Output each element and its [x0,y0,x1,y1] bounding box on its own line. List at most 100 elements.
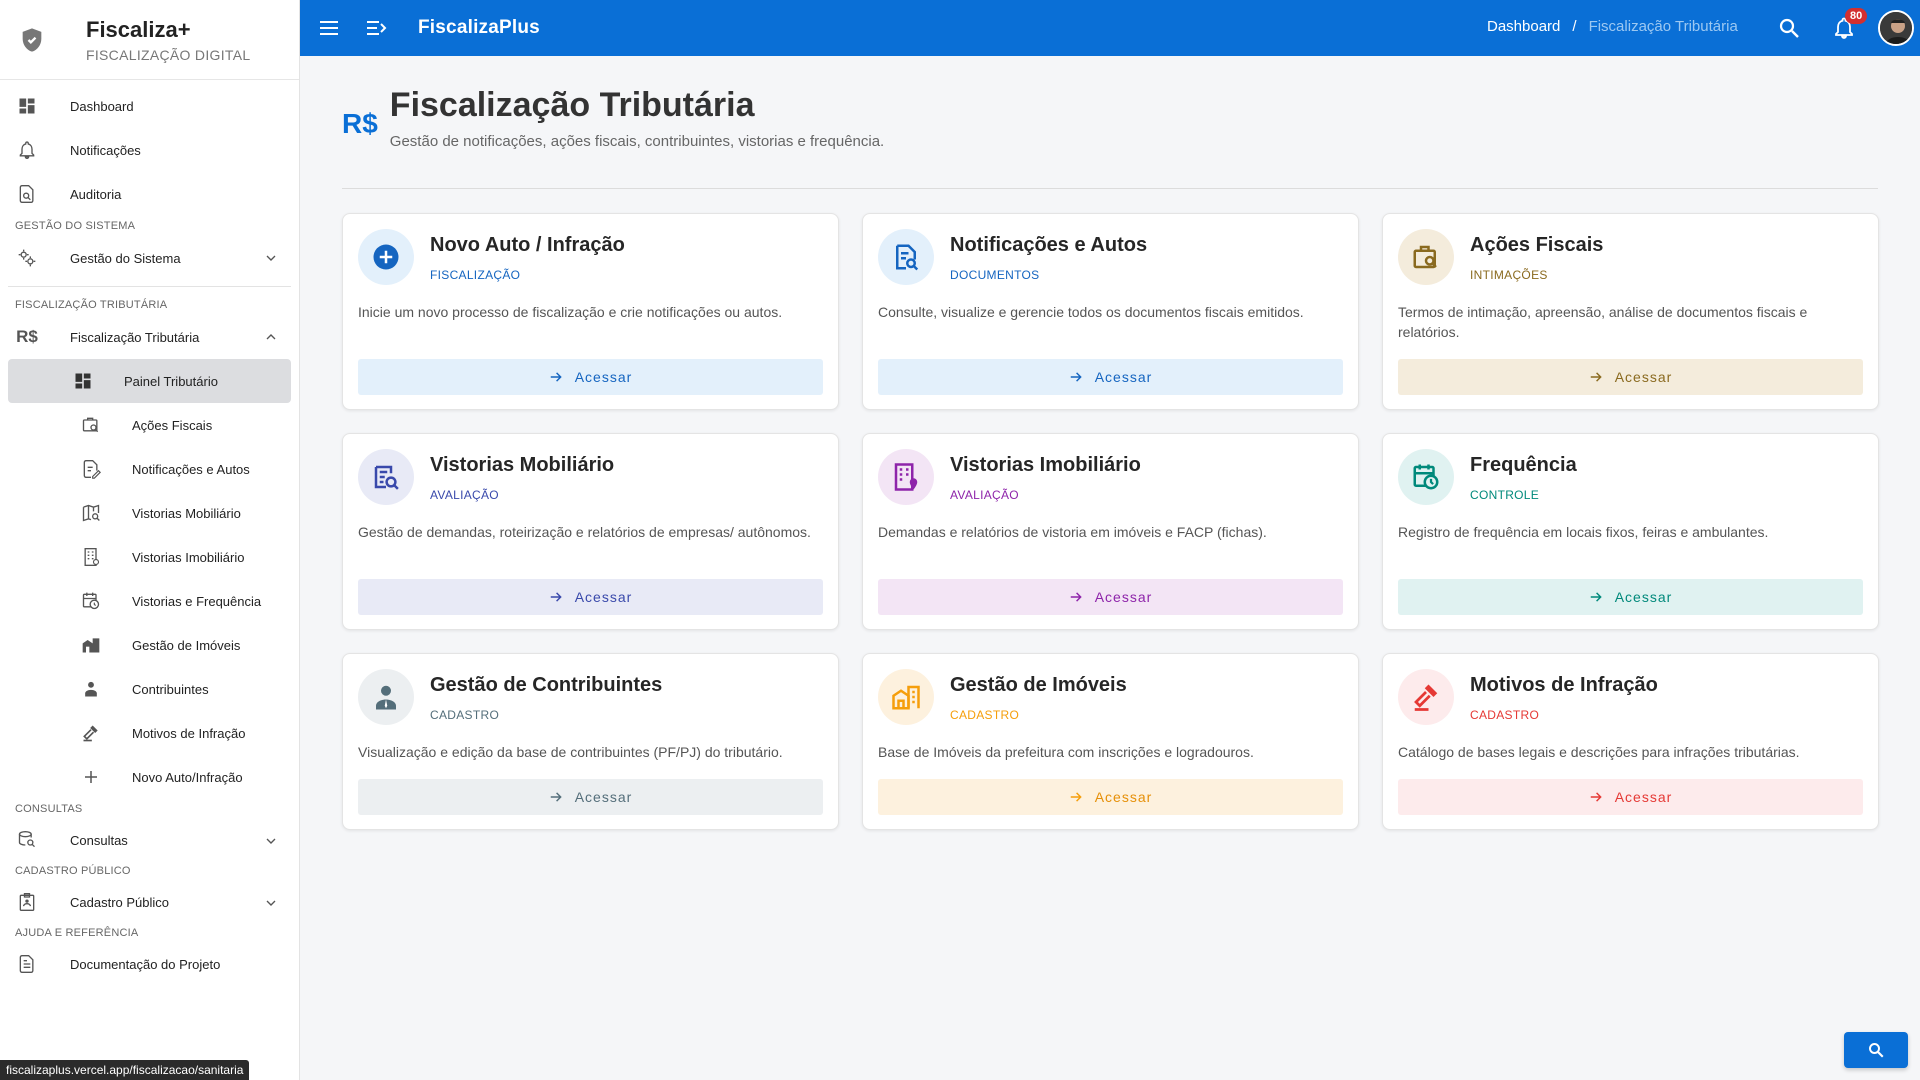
sidebar-item-consultas[interactable]: Consultas [0,819,299,861]
section-consultas: CONSULTAS [15,803,83,815]
breadcrumb-current: Fiscalização Tributária [1588,18,1738,35]
menu-open-icon[interactable] [364,16,388,40]
buildings-icon [80,634,102,656]
chevron-up-icon[interactable] [263,329,279,345]
chevron-down-icon[interactable] [263,833,279,849]
card-access-button[interactable]: Acessar [1398,579,1863,615]
sidebar-subitem-motivos-infracao[interactable]: Motivos de Infração [8,711,291,755]
sidebar-item-auditoria[interactable]: Auditoria [0,172,299,216]
section-cadastro: CADASTRO PÚBLICO [15,865,131,877]
card-icon-circle [878,669,934,725]
card-title: Notificações e Autos [950,234,1148,256]
sidebar-subitem-painel-tributario[interactable]: Painel Tributário [8,359,291,403]
sidebar-item-label: Novo Auto/Infração [132,769,243,785]
sidebar-subitem-gestao-imoveis[interactable]: Gestão de Imóveis [8,623,291,667]
arrow-right-icon [550,592,562,602]
card-access-button[interactable]: Acessar [878,779,1343,815]
sidebar-item-label: Consultas [70,832,128,848]
card-description: Registro de frequência em locais fixos, … [1398,524,1769,540]
user-avatar[interactable] [1878,10,1914,46]
dashboard-icon [72,370,94,392]
sidebar-subitem-acoes-fiscais[interactable]: Ações Fiscais [8,403,291,447]
sidebar-subitem-vistorias-frequencia[interactable]: Vistorias e Frequência [8,579,291,623]
sidebar-item-cadastro-publico[interactable]: Cadastro Público [0,881,299,923]
sidebar-divider [8,286,291,287]
browser-status-url: fiscalizaplus.vercel.app/fiscalizacao/sa… [0,1060,250,1080]
card-description: Gestão de demandas, roteirização e relat… [358,524,811,540]
sidebar-item-notificacoes[interactable]: Notificações [0,128,299,172]
dashboard-icon [16,95,38,117]
card-description: Demandas e relatórios de vistoria em imó… [878,524,1267,540]
currency-real-icon: R$ [16,327,38,346]
map-search-icon [80,502,102,524]
card-access-button[interactable]: Acessar [1398,359,1863,395]
sidebar-item-label: Auditoria [70,186,122,202]
breadcrumb-dashboard[interactable]: Dashboard [1487,18,1560,35]
card-title: Gestão de Imóveis [950,674,1127,696]
section-fiscalizacao: FISCALIZAÇÃO TRIBUTÁRIA [15,299,168,311]
sidebar-subitem-vistorias-mobiliario[interactable]: Vistorias Mobiliário [8,491,291,535]
floating-search-button[interactable] [1844,1032,1908,1068]
card-frequencia: Frequência CONTROLE Registro de frequênc… [1382,433,1879,630]
briefcase-search-icon [1413,245,1437,269]
bell-icon [16,139,38,161]
card-acoes-fiscais: Ações Fiscais INTIMAÇÕES Termos de intim… [1382,213,1879,410]
card-icon-circle [878,449,934,505]
card-button-label: Acessar [1094,369,1153,385]
card-access-button[interactable]: Acessar [358,359,823,395]
card-vistorias-imobiliario: Vistorias Imobiliário AVALIAÇÃO Demandas… [862,433,1359,630]
calendar-clock-icon [80,590,102,612]
main-content: R$ Fiscalização Tributária Gestão de not… [300,56,1920,1080]
card-access-button[interactable]: Acessar [1398,779,1863,815]
arrow-right-icon [1590,792,1602,802]
card-access-button[interactable]: Acessar [358,579,823,615]
card-description: Termos de intimação, apreensão, análise … [1398,304,1808,340]
hamburger-menu-icon[interactable] [317,16,341,40]
buildings-icon [892,685,920,710]
section-ajuda: AJUDA E REFERÊNCIA [15,927,139,939]
card-novo-auto: Novo Auto / Infração FISCALIZAÇÃO Inicie… [342,213,839,410]
card-motivos-infracao: Motivos de Infração CADASTRO Catálogo de… [1382,653,1879,830]
brand[interactable]: Fiscaliza+ FISCALIZAÇÃO DIGITAL [0,0,299,80]
sidebar-item-gestao-sistema[interactable]: Gestão do Sistema [0,236,299,280]
sidebar-subitem-novo-auto[interactable]: Novo Auto/Infração [8,755,291,799]
sidebar-item-fiscalizacao-tributaria[interactable]: R$ Fiscalização Tributária [0,315,299,359]
list-search-icon [374,465,399,490]
sidebar-item-documentacao[interactable]: Documentação do Projeto [0,943,299,985]
card-gestao-imoveis: Gestão de Imóveis CADASTRO Base de Imóve… [862,653,1359,830]
document-search-icon [896,244,919,271]
card-button-label: Acessar [574,789,633,805]
card-icon-circle [1398,669,1454,725]
card-button-label: Acessar [1614,589,1673,605]
document-search-icon [16,183,38,205]
section-gestao: GESTÃO DO SISTEMA [15,220,136,232]
card-button-label: Acessar [1614,369,1673,385]
arrow-right-icon [1590,372,1602,382]
card-description: Catálogo de bases legais e descrições pa… [1398,744,1800,760]
sidebar-item-dashboard[interactable]: Dashboard [0,84,299,128]
sidebar-item-label: Vistorias e Frequência [132,593,262,609]
sidebar-item-label: Motivos de Infração [132,725,246,741]
sidebar-subitem-contribuintes[interactable]: Contribuintes [8,667,291,711]
card-access-button[interactable]: Acessar [878,359,1343,395]
sidebar-subitem-notificacoes-autos[interactable]: Notificações e Autos [8,447,291,491]
card-description: Visualização e edição da base de contrib… [358,744,783,760]
building-pin-icon [894,463,918,491]
card-icon-circle [878,229,934,285]
chevron-down-icon[interactable] [263,250,279,266]
arrow-right-icon [1070,792,1082,802]
card-tag: FISCALIZAÇÃO [430,268,521,282]
chevron-down-icon[interactable] [263,895,279,911]
arrow-right-icon [550,792,562,802]
gears-icon [16,247,38,269]
sidebar-item-label: Gestão do Sistema [70,250,181,266]
sidebar: Fiscaliza+ FISCALIZAÇÃO DIGITAL Dashboar… [0,0,300,1080]
plus-icon [80,766,102,788]
card-access-button[interactable]: Acessar [878,579,1343,615]
shield-check-icon [22,27,42,52]
sidebar-subitem-vistorias-imobiliario[interactable]: Vistorias Imobiliário [8,535,291,579]
card-access-button[interactable]: Acessar [358,779,823,815]
breadcrumb: Dashboard / Fiscalização Tributária [1487,18,1738,35]
search-icon[interactable] [1777,16,1801,40]
database-search-icon [16,829,38,851]
